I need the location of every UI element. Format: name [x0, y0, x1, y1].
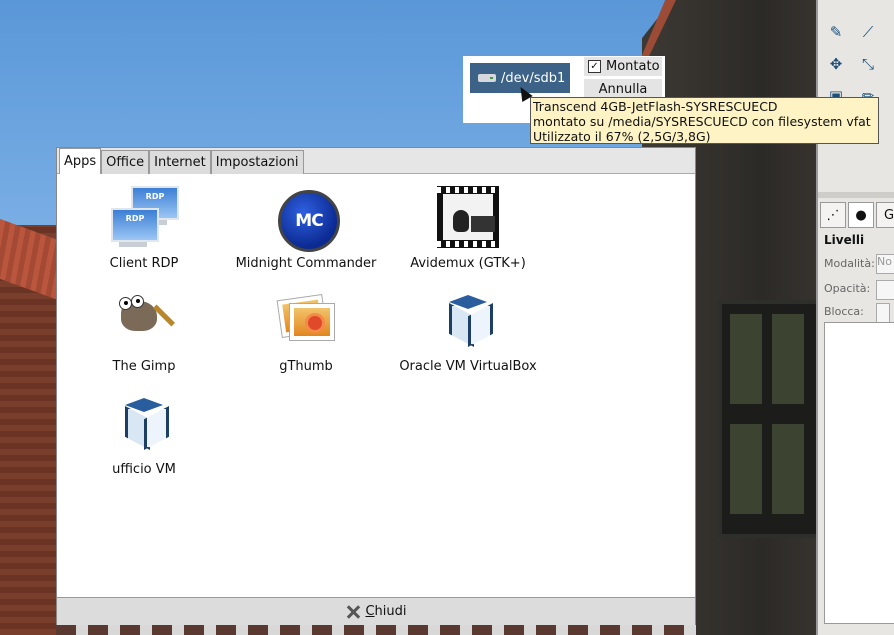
app-avidemux[interactable]: Avidemux (GTK+) — [383, 186, 553, 276]
layers-list[interactable] — [824, 322, 894, 624]
close-button[interactable]: Chiudi — [345, 604, 406, 620]
color-picker-tool-icon[interactable]: ⟋ — [856, 20, 880, 44]
app-client-rdp[interactable]: RDP RDP Client RDP — [59, 186, 229, 276]
gimp-dock-tabs: ⋰ ● G — [820, 202, 894, 228]
layers-panel-title: Livelli — [824, 233, 865, 247]
app-ufficio-vm[interactable]: ufficio VM — [59, 392, 229, 482]
mounted-label: Montato — [606, 59, 660, 74]
app-label: The Gimp — [112, 359, 176, 374]
mounted-checkbox[interactable]: ✓ — [588, 60, 601, 73]
apps-grid: RDP RDP Client RDP MC Midnight Commander — [57, 174, 695, 597]
fuzzy-select-tool-icon[interactable]: ✎ — [824, 20, 848, 44]
midnight-commander-icon: MC — [273, 186, 340, 252]
app-gthumb[interactable]: gThumb — [221, 289, 391, 379]
tab-internet[interactable]: Internet — [149, 150, 211, 174]
app-label: Avidemux (GTK+) — [410, 256, 526, 271]
tab-apps[interactable]: Apps — [59, 148, 102, 174]
tab-office[interactable]: Office — [101, 150, 150, 174]
tab-impostazioni[interactable]: Impostazioni — [210, 150, 304, 174]
wallpaper-window — [718, 300, 821, 538]
app-label: gThumb — [279, 359, 333, 374]
rdp-icon: RDP RDP — [111, 186, 179, 252]
device-tooltip: Transcend 4GB-JetFlash-SYSRESCUECD monta… — [530, 97, 879, 144]
app-label: Oracle VM VirtualBox — [399, 359, 537, 374]
tooltip-line-usage: Utilizzato il 67% (2,5G/3,8G) — [533, 129, 711, 144]
cancel-button[interactable]: Annulla — [584, 79, 662, 99]
opacity-label: Opacità: — [824, 282, 871, 295]
close-icon — [345, 604, 361, 620]
mode-label: Modalità: — [824, 257, 875, 270]
gimp-icon — [111, 289, 177, 355]
category-tabbar: Apps Office Internet Impostazioni — [57, 148, 695, 174]
opacity-field[interactable] — [876, 280, 894, 300]
mode-select[interactable]: No — [876, 254, 894, 274]
app-label: Client RDP — [109, 256, 179, 271]
lock-checkbox[interactable] — [876, 303, 890, 323]
app-label: Midnight Commander — [235, 256, 377, 271]
device-label: /dev/sdb1 — [501, 70, 566, 86]
virtualbox-icon — [111, 392, 177, 458]
mounted-toggle[interactable]: ✓ Montato — [584, 57, 662, 76]
scale-tool-icon[interactable]: ⤡ — [856, 52, 880, 76]
tooltip-line-mount: montato su /media/SYSRESCUECD con filesy… — [533, 114, 871, 129]
close-label: Chiudi — [365, 604, 407, 619]
brushes-tab-icon[interactable]: ● — [848, 202, 874, 228]
launcher-bottom-bar: Chiudi — [57, 597, 695, 625]
gimp-toolbox: ✎ ⟋ ✥ ⤡ ▣ ✏ ⋰ ● G Livelli Modalità: No O… — [816, 0, 894, 635]
paths-tab-icon[interactable]: ⋰ — [820, 202, 846, 228]
taskbar-strip — [56, 625, 696, 635]
app-the-gimp[interactable]: The Gimp — [59, 289, 229, 379]
app-label: ufficio VM — [112, 462, 176, 477]
tooltip-line-device: Transcend 4GB-JetFlash-SYSRESCUECD — [533, 99, 778, 114]
move-tool-icon[interactable]: ✥ — [824, 52, 848, 76]
usb-drive-icon — [478, 74, 496, 82]
app-oracle-vm-virtualbox[interactable]: Oracle VM VirtualBox — [383, 289, 553, 379]
virtualbox-icon — [435, 289, 501, 355]
avidemux-icon — [435, 186, 501, 252]
gimp-separator — [818, 192, 894, 198]
app-midnight-commander[interactable]: MC Midnight Commander — [221, 186, 391, 276]
app-launcher-window: Apps Office Internet Impostazioni RDP RD… — [56, 147, 696, 625]
gradient-tab-icon[interactable]: G — [876, 202, 894, 228]
gimp-tool-grid: ✎ ⟋ ✥ ⤡ ▣ ✏ — [822, 0, 894, 190]
lock-label: Blocca: — [824, 305, 864, 318]
gthumb-icon — [273, 289, 339, 355]
